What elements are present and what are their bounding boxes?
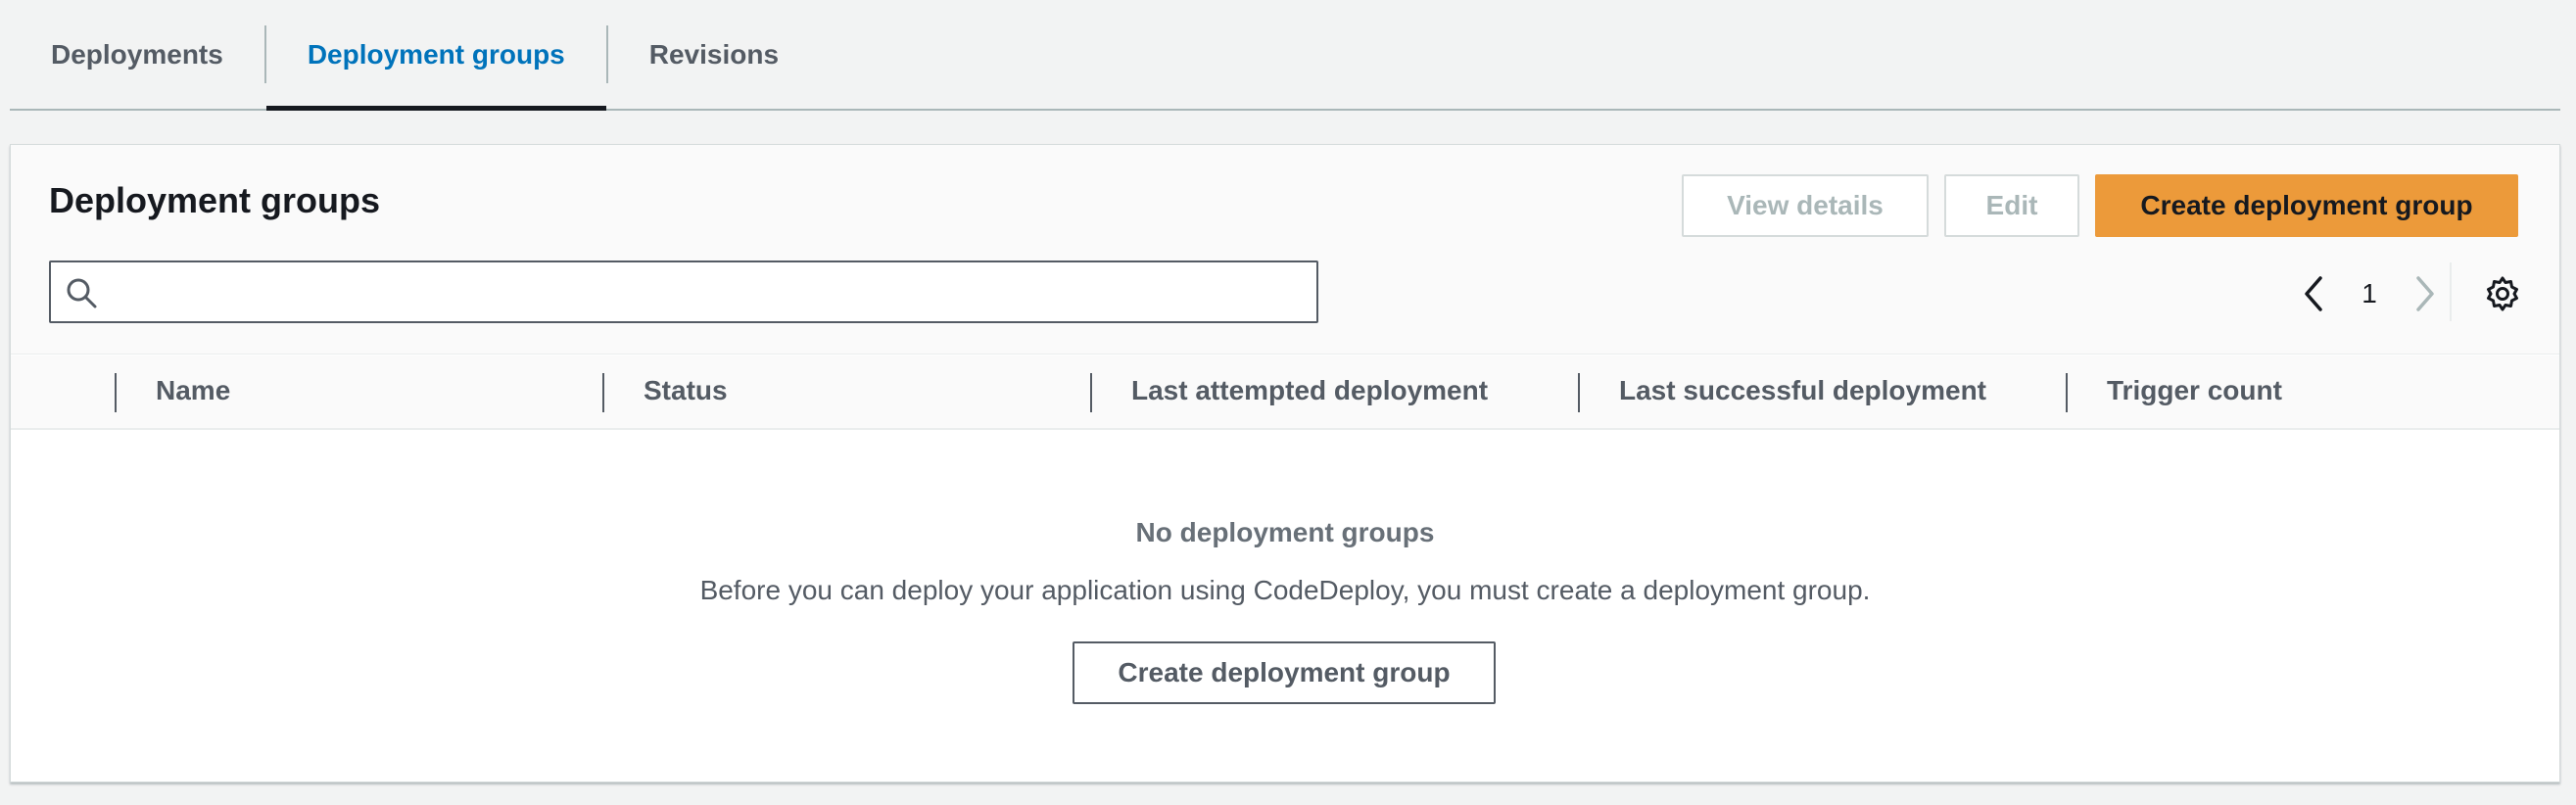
empty-state-create-button[interactable]: Create deployment group	[1073, 641, 1496, 704]
column-divider[interactable]	[602, 373, 604, 412]
column-header-status[interactable]: Status	[644, 375, 728, 406]
page-number[interactable]: 1	[2360, 274, 2379, 313]
tab-deployments[interactable]: Deployments	[10, 0, 264, 109]
column-divider	[115, 373, 117, 412]
empty-state-title: No deployment groups	[1135, 517, 1435, 547]
edit-button[interactable]: Edit	[1944, 174, 2079, 237]
chevron-right-icon[interactable]	[2410, 274, 2438, 313]
chevron-left-icon[interactable]	[2301, 274, 2328, 313]
create-deployment-group-button[interactable]: Create deployment group	[2095, 174, 2518, 237]
panel-title: Deployment groups	[49, 180, 381, 220]
column-divider[interactable]	[2066, 373, 2068, 412]
column-header-last-attempted[interactable]: Last attempted deployment	[1131, 375, 1488, 406]
column-divider[interactable]	[1578, 373, 1580, 412]
deployment-groups-panel: Deployment groups View details Edit Crea…	[10, 144, 2560, 782]
column-divider[interactable]	[1090, 373, 1092, 412]
search-icon	[67, 278, 97, 308]
pagination-divider	[2450, 262, 2452, 321]
gear-icon[interactable]	[2483, 274, 2522, 313]
view-details-button[interactable]: View details	[1682, 174, 1929, 237]
column-header-trigger-count[interactable]: Trigger count	[2107, 375, 2282, 406]
tab-deployment-groups[interactable]: Deployment groups	[265, 0, 606, 111]
empty-state-description: Before you can deploy your application u…	[699, 575, 1871, 605]
table-header: Name Status Last attempted deployment La…	[11, 355, 2559, 430]
tab-revisions[interactable]: Revisions	[608, 0, 820, 109]
panel-header: Deployment groups View details Edit Crea…	[11, 145, 2559, 355]
column-header-last-successful[interactable]: Last successful deployment	[1619, 375, 1986, 406]
search-box	[49, 260, 1318, 323]
tab-bar: Deployments Deployment groups Revisions	[10, 0, 2560, 111]
search-input[interactable]	[112, 270, 1287, 313]
column-header-name[interactable]: Name	[156, 375, 230, 406]
